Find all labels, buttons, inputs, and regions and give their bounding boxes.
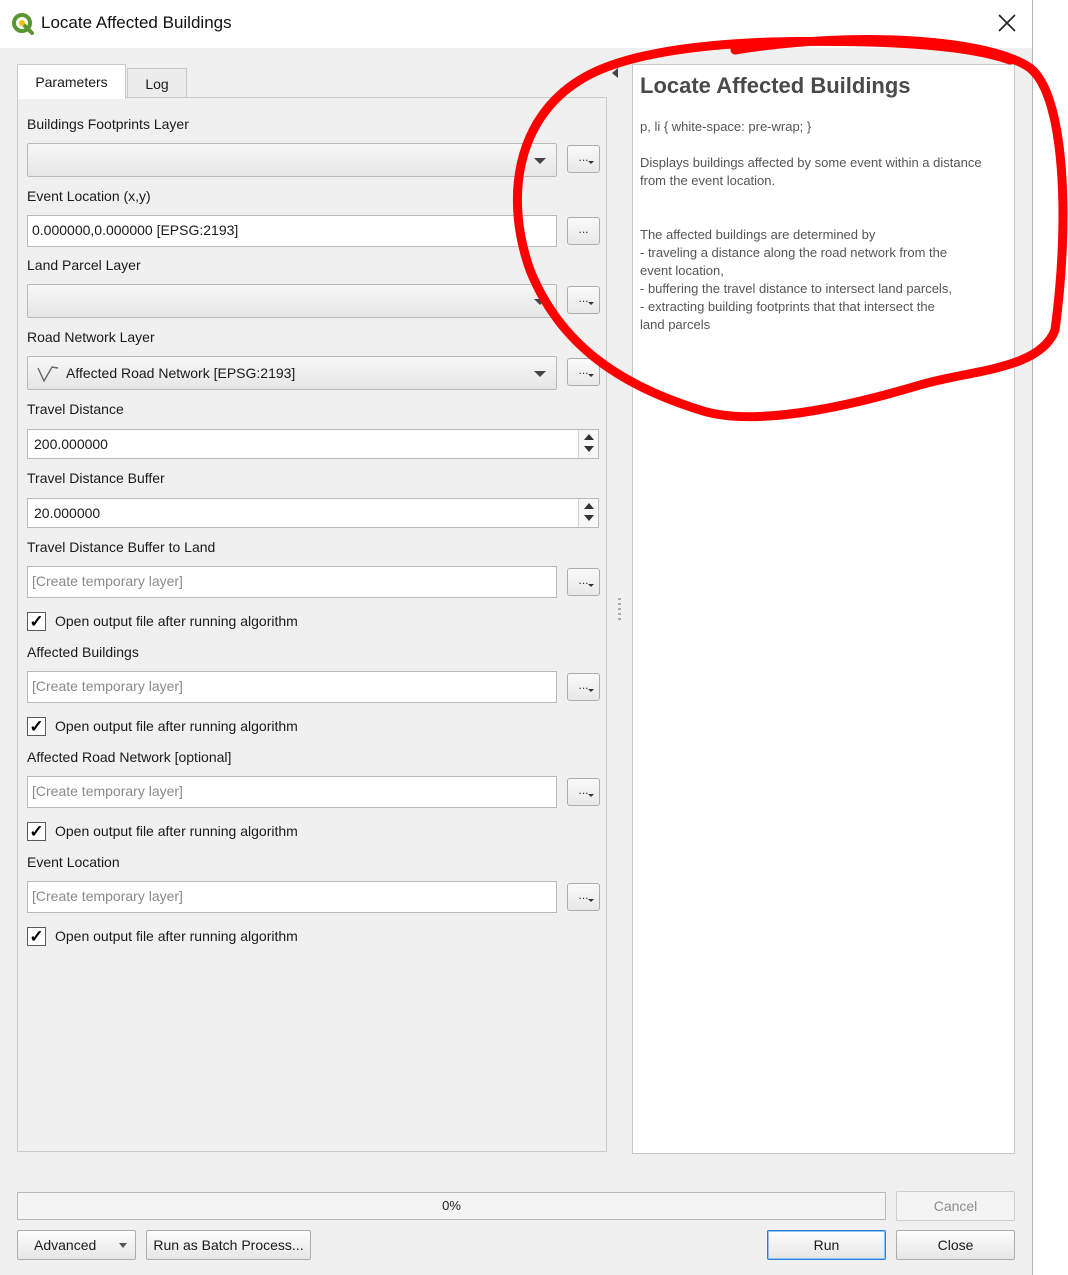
dialog-window: Locate Affected Buildings Parameters Log… <box>0 0 1033 1275</box>
event-location-label: Event Location (x,y) <box>27 188 151 204</box>
run-batch-button[interactable]: Run as Batch Process... <box>146 1230 311 1260</box>
affected-buildings-label: Affected Buildings <box>27 644 139 660</box>
help-description: Displays buildings affected by some even… <box>640 155 982 188</box>
land-parcel-label: Land Parcel Layer <box>27 257 141 273</box>
help-detail: The affected buildings are determined by… <box>640 226 1010 334</box>
line-layer-icon <box>37 366 59 383</box>
event-location-output-browse-button[interactable]: ... <box>567 883 600 911</box>
checkbox[interactable]: ✓ <box>27 822 46 841</box>
tab-parameters[interactable]: Parameters <box>17 64 126 99</box>
road-network-combo[interactable]: Affected Road Network [EPSG:2193] <box>27 356 557 390</box>
buffer-to-land-label: Travel Distance Buffer to Land <box>27 539 216 555</box>
affected-buildings-output[interactable]: [Create temporary layer] <box>27 671 557 703</box>
spin-down-icon[interactable] <box>584 515 594 521</box>
tab-log[interactable]: Log <box>127 68 187 98</box>
chevron-down-icon <box>534 158 546 164</box>
checkbox-label: Open output file after running algorithm <box>55 823 298 839</box>
chevron-down-icon <box>534 299 546 305</box>
affected-road-network-output[interactable]: [Create temporary layer] <box>27 776 557 808</box>
land-parcel-browse-button[interactable]: ... <box>567 286 600 314</box>
advanced-label: Advanced <box>34 1237 97 1253</box>
event-location-output-label: Event Location <box>27 854 120 870</box>
help-detail-line: The affected buildings are determined by <box>640 227 876 242</box>
travel-distance-label: Travel Distance <box>27 401 124 417</box>
travel-distance-buffer-label: Travel Distance Buffer <box>27 470 165 486</box>
buffer-to-land-output[interactable]: [Create temporary layer] <box>27 566 557 598</box>
checkbox[interactable]: ✓ <box>27 927 46 946</box>
checkbox[interactable]: ✓ <box>27 717 46 736</box>
buildings-footprints-combo[interactable] <box>27 143 557 177</box>
event-location-output[interactable]: [Create temporary layer] <box>27 881 557 913</box>
chevron-down-icon <box>588 899 594 902</box>
help-title: Locate Affected Buildings <box>640 73 911 98</box>
run-button[interactable]: Run <box>767 1230 886 1260</box>
chevron-down-icon <box>534 371 546 377</box>
affected-road-network-browse-button[interactable]: ... <box>567 778 600 806</box>
affected-buildings-browse-button[interactable]: ... <box>567 673 600 701</box>
chevron-down-icon <box>588 584 594 587</box>
advanced-button[interactable]: Advanced <box>17 1230 136 1260</box>
chevron-down-icon <box>588 689 594 692</box>
chevron-down-icon <box>588 374 594 377</box>
help-panel: Locate Affected Buildings p, li { white-… <box>632 64 1015 1154</box>
affected-road-network-label: Affected Road Network [optional] <box>27 749 232 765</box>
chevron-down-icon <box>119 1243 127 1248</box>
spin-down-icon[interactable] <box>584 446 594 452</box>
help-detail-line: - buffering the travel distance to inter… <box>640 281 952 296</box>
chevron-down-icon <box>588 302 594 305</box>
event-location-input[interactable]: 0.000000,0.000000 [EPSG:2193] <box>27 215 557 247</box>
splitter-handle[interactable] <box>618 598 621 620</box>
chevron-down-icon <box>588 161 594 164</box>
road-network-browse-button[interactable]: ... <box>567 358 600 386</box>
close-window-icon[interactable] <box>996 12 1018 34</box>
road-network-label: Road Network Layer <box>27 329 155 345</box>
progress-text: 0% <box>442 1198 461 1213</box>
checkbox-label: Open output file after running algorithm <box>55 718 298 734</box>
close-button[interactable]: Close <box>896 1230 1015 1260</box>
travel-distance-buffer-value: 20.000000 <box>34 505 101 521</box>
buildings-footprints-browse-button[interactable]: ... <box>567 145 600 173</box>
spin-up-icon[interactable] <box>584 503 594 509</box>
road-network-value: Affected Road Network [EPSG:2193] <box>66 365 296 381</box>
buildings-footprints-label: Buildings Footprints Layer <box>27 116 189 132</box>
spin-buttons[interactable] <box>578 499 598 527</box>
parameters-panel: Buildings Footprints Layer ... Event Loc… <box>17 97 607 1152</box>
help-detail-line: - traveling a distance along the road ne… <box>640 245 948 260</box>
land-parcel-combo[interactable] <box>27 284 557 318</box>
buffer-to-land-browse-button[interactable]: ... <box>567 568 600 596</box>
progress-bar: 0% <box>17 1192 886 1220</box>
checkbox-label: Open output file after running algorithm <box>55 613 298 629</box>
qgis-logo-icon <box>12 13 34 35</box>
collapse-help-icon[interactable] <box>612 68 618 78</box>
chevron-down-icon <box>588 794 594 797</box>
cancel-button[interactable]: Cancel <box>896 1191 1015 1221</box>
title-bar: Locate Affected Buildings <box>0 0 1032 48</box>
travel-distance-value: 200.000000 <box>34 436 108 452</box>
travel-distance-buffer-spinbox[interactable]: 20.000000 <box>27 498 599 528</box>
spin-up-icon[interactable] <box>584 434 594 440</box>
spin-buttons[interactable] <box>578 430 598 458</box>
checkbox[interactable]: ✓ <box>27 612 46 631</box>
window-title: Locate Affected Buildings <box>41 13 232 32</box>
checkbox-label: Open output file after running algorithm <box>55 928 298 944</box>
travel-distance-spinbox[interactable]: 200.000000 <box>27 429 599 459</box>
help-detail-line: - extracting building footprints that th… <box>640 299 935 314</box>
help-detail-line: land parcels <box>640 317 711 332</box>
help-detail-line: event location, <box>640 263 724 278</box>
event-location-pick-button[interactable]: ... <box>567 217 600 245</box>
help-css-text: p, li { white-space: pre-wrap; } <box>640 119 812 134</box>
